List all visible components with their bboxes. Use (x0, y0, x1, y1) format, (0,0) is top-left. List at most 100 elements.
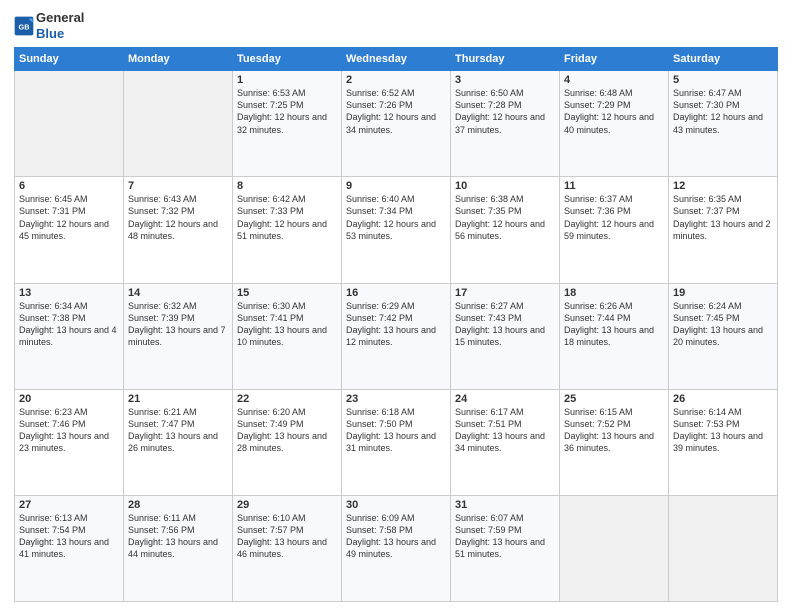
day-number: 19 (673, 287, 773, 299)
day-info: Sunrise: 6:45 AM Sunset: 7:31 PM Dayligh… (19, 193, 119, 242)
day-info: Sunrise: 6:35 AM Sunset: 7:37 PM Dayligh… (673, 193, 773, 242)
day-number: 8 (237, 180, 337, 192)
day-info: Sunrise: 6:09 AM Sunset: 7:58 PM Dayligh… (346, 512, 446, 561)
day-cell: 13Sunrise: 6:34 AM Sunset: 7:38 PM Dayli… (15, 283, 124, 389)
day-number: 23 (346, 393, 446, 405)
day-cell: 6Sunrise: 6:45 AM Sunset: 7:31 PM Daylig… (15, 177, 124, 283)
svg-text:GB: GB (19, 22, 30, 31)
day-number: 7 (128, 180, 228, 192)
day-number: 28 (128, 499, 228, 511)
day-number: 12 (673, 180, 773, 192)
week-row-1: 1Sunrise: 6:53 AM Sunset: 7:25 PM Daylig… (15, 71, 778, 177)
week-row-5: 27Sunrise: 6:13 AM Sunset: 7:54 PM Dayli… (15, 495, 778, 601)
day-info: Sunrise: 6:14 AM Sunset: 7:53 PM Dayligh… (673, 406, 773, 455)
day-cell: 14Sunrise: 6:32 AM Sunset: 7:39 PM Dayli… (124, 283, 233, 389)
day-cell (124, 71, 233, 177)
day-number: 16 (346, 287, 446, 299)
day-cell: 27Sunrise: 6:13 AM Sunset: 7:54 PM Dayli… (15, 495, 124, 601)
day-number: 26 (673, 393, 773, 405)
day-number: 24 (455, 393, 555, 405)
day-number: 13 (19, 287, 119, 299)
day-info: Sunrise: 6:32 AM Sunset: 7:39 PM Dayligh… (128, 300, 228, 349)
day-info: Sunrise: 6:18 AM Sunset: 7:50 PM Dayligh… (346, 406, 446, 455)
day-cell: 15Sunrise: 6:30 AM Sunset: 7:41 PM Dayli… (233, 283, 342, 389)
week-row-3: 13Sunrise: 6:34 AM Sunset: 7:38 PM Dayli… (15, 283, 778, 389)
calendar-page: GB General Blue SundayMondayTuesdayWedne… (0, 0, 792, 612)
day-info: Sunrise: 6:27 AM Sunset: 7:43 PM Dayligh… (455, 300, 555, 349)
day-info: Sunrise: 6:29 AM Sunset: 7:42 PM Dayligh… (346, 300, 446, 349)
header-row: SundayMondayTuesdayWednesdayThursdayFrid… (15, 48, 778, 71)
day-cell: 24Sunrise: 6:17 AM Sunset: 7:51 PM Dayli… (451, 389, 560, 495)
day-number: 1 (237, 74, 337, 86)
day-info: Sunrise: 6:20 AM Sunset: 7:49 PM Dayligh… (237, 406, 337, 455)
day-number: 21 (128, 393, 228, 405)
day-cell: 12Sunrise: 6:35 AM Sunset: 7:37 PM Dayli… (669, 177, 778, 283)
day-number: 31 (455, 499, 555, 511)
day-number: 18 (564, 287, 664, 299)
day-info: Sunrise: 6:10 AM Sunset: 7:57 PM Dayligh… (237, 512, 337, 561)
day-number: 15 (237, 287, 337, 299)
day-info: Sunrise: 6:24 AM Sunset: 7:45 PM Dayligh… (673, 300, 773, 349)
day-cell: 28Sunrise: 6:11 AM Sunset: 7:56 PM Dayli… (124, 495, 233, 601)
day-info: Sunrise: 6:48 AM Sunset: 7:29 PM Dayligh… (564, 87, 664, 136)
day-cell: 5Sunrise: 6:47 AM Sunset: 7:30 PM Daylig… (669, 71, 778, 177)
day-number: 22 (237, 393, 337, 405)
day-cell: 10Sunrise: 6:38 AM Sunset: 7:35 PM Dayli… (451, 177, 560, 283)
day-info: Sunrise: 6:11 AM Sunset: 7:56 PM Dayligh… (128, 512, 228, 561)
day-cell: 4Sunrise: 6:48 AM Sunset: 7:29 PM Daylig… (560, 71, 669, 177)
day-number: 10 (455, 180, 555, 192)
day-info: Sunrise: 6:43 AM Sunset: 7:32 PM Dayligh… (128, 193, 228, 242)
logo: GB General Blue (14, 10, 84, 41)
day-cell: 16Sunrise: 6:29 AM Sunset: 7:42 PM Dayli… (342, 283, 451, 389)
day-cell: 11Sunrise: 6:37 AM Sunset: 7:36 PM Dayli… (560, 177, 669, 283)
weekday-header-saturday: Saturday (669, 48, 778, 71)
day-cell: 26Sunrise: 6:14 AM Sunset: 7:53 PM Dayli… (669, 389, 778, 495)
day-number: 14 (128, 287, 228, 299)
day-number: 3 (455, 74, 555, 86)
day-cell: 19Sunrise: 6:24 AM Sunset: 7:45 PM Dayli… (669, 283, 778, 389)
day-number: 25 (564, 393, 664, 405)
day-cell: 18Sunrise: 6:26 AM Sunset: 7:44 PM Dayli… (560, 283, 669, 389)
day-info: Sunrise: 6:53 AM Sunset: 7:25 PM Dayligh… (237, 87, 337, 136)
day-number: 20 (19, 393, 119, 405)
day-info: Sunrise: 6:30 AM Sunset: 7:41 PM Dayligh… (237, 300, 337, 349)
calendar-table: SundayMondayTuesdayWednesdayThursdayFrid… (14, 47, 778, 602)
day-cell: 21Sunrise: 6:21 AM Sunset: 7:47 PM Dayli… (124, 389, 233, 495)
day-number: 27 (19, 499, 119, 511)
day-number: 30 (346, 499, 446, 511)
logo-text: General Blue (36, 10, 84, 41)
weekday-header-friday: Friday (560, 48, 669, 71)
day-cell: 25Sunrise: 6:15 AM Sunset: 7:52 PM Dayli… (560, 389, 669, 495)
day-number: 9 (346, 180, 446, 192)
day-cell: 23Sunrise: 6:18 AM Sunset: 7:50 PM Dayli… (342, 389, 451, 495)
day-info: Sunrise: 6:47 AM Sunset: 7:30 PM Dayligh… (673, 87, 773, 136)
day-info: Sunrise: 6:26 AM Sunset: 7:44 PM Dayligh… (564, 300, 664, 349)
weekday-header-thursday: Thursday (451, 48, 560, 71)
day-cell: 22Sunrise: 6:20 AM Sunset: 7:49 PM Dayli… (233, 389, 342, 495)
day-info: Sunrise: 6:37 AM Sunset: 7:36 PM Dayligh… (564, 193, 664, 242)
day-number: 6 (19, 180, 119, 192)
header: GB General Blue (14, 10, 778, 41)
day-info: Sunrise: 6:42 AM Sunset: 7:33 PM Dayligh… (237, 193, 337, 242)
day-cell (669, 495, 778, 601)
weekday-header-monday: Monday (124, 48, 233, 71)
day-info: Sunrise: 6:07 AM Sunset: 7:59 PM Dayligh… (455, 512, 555, 561)
day-cell: 29Sunrise: 6:10 AM Sunset: 7:57 PM Dayli… (233, 495, 342, 601)
logo-icon: GB (14, 16, 34, 36)
day-number: 17 (455, 287, 555, 299)
day-info: Sunrise: 6:50 AM Sunset: 7:28 PM Dayligh… (455, 87, 555, 136)
day-info: Sunrise: 6:34 AM Sunset: 7:38 PM Dayligh… (19, 300, 119, 349)
day-info: Sunrise: 6:13 AM Sunset: 7:54 PM Dayligh… (19, 512, 119, 561)
day-info: Sunrise: 6:17 AM Sunset: 7:51 PM Dayligh… (455, 406, 555, 455)
day-number: 2 (346, 74, 446, 86)
weekday-header-sunday: Sunday (15, 48, 124, 71)
day-cell: 17Sunrise: 6:27 AM Sunset: 7:43 PM Dayli… (451, 283, 560, 389)
week-row-4: 20Sunrise: 6:23 AM Sunset: 7:46 PM Dayli… (15, 389, 778, 495)
day-cell: 8Sunrise: 6:42 AM Sunset: 7:33 PM Daylig… (233, 177, 342, 283)
day-info: Sunrise: 6:23 AM Sunset: 7:46 PM Dayligh… (19, 406, 119, 455)
day-info: Sunrise: 6:38 AM Sunset: 7:35 PM Dayligh… (455, 193, 555, 242)
day-number: 11 (564, 180, 664, 192)
day-cell: 20Sunrise: 6:23 AM Sunset: 7:46 PM Dayli… (15, 389, 124, 495)
day-info: Sunrise: 6:52 AM Sunset: 7:26 PM Dayligh… (346, 87, 446, 136)
day-number: 5 (673, 74, 773, 86)
